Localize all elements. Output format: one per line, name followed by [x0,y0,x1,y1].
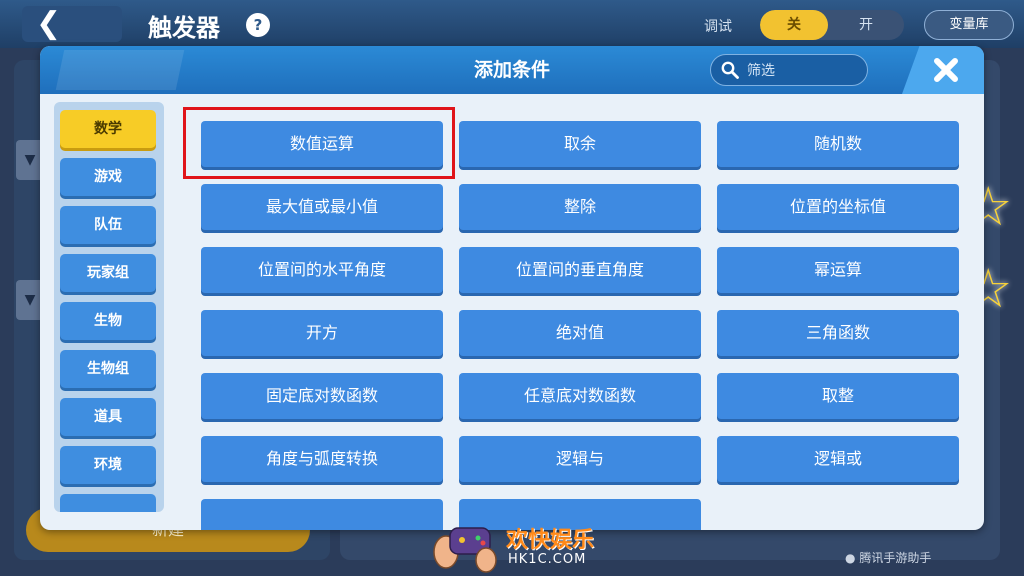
debug-toggle[interactable]: 关 开 [760,10,904,40]
arrow-left-icon: ❮ [36,6,62,41]
category-game[interactable]: 游戏 [60,158,156,196]
dialog-header: 添加条件 [40,46,984,94]
condition-trigonometric[interactable]: 三角函数 [717,310,959,356]
category-player-group[interactable]: 玩家组 [60,254,156,292]
helper-label: 腾讯手游助手 [859,551,932,565]
condition-absolute-value[interactable]: 绝对值 [459,310,701,356]
condition-position-coordinate[interactable]: 位置的坐标值 [717,184,959,230]
category-creature-group[interactable]: 生物组 [60,350,156,388]
condition-modulo[interactable]: 取余 [459,121,701,167]
helper-logo-icon: ● [845,551,856,565]
add-condition-dialog: 添加条件 数学 游戏 队伍 玩家组 生物 生物组 道具 环境 数值运算 取余 随… [40,46,984,530]
watermark-helper: ● 腾讯手游助手 [845,549,931,566]
category-team[interactable]: 队伍 [60,206,156,244]
filter-search-box[interactable] [710,54,868,87]
condition-integer-division[interactable]: 整除 [459,184,701,230]
condition-angle-radian-convert[interactable]: 角度与弧度转换 [201,436,443,482]
page-title: 触发器 [148,14,220,42]
condition-partial-row[interactable] [201,499,443,530]
variable-library-button[interactable]: 变量库 [924,10,1014,40]
debug-label: 调试 [704,19,732,35]
condition-vertical-angle[interactable]: 位置间的垂直角度 [459,247,701,293]
watermark-site: HK1C.COM [508,552,587,567]
category-math[interactable]: 数学 [60,110,156,148]
category-sidebar[interactable]: 数学 游戏 队伍 玩家组 生物 生物组 道具 环境 [54,102,164,512]
condition-square-root[interactable]: 开方 [201,310,443,356]
toggle-off-option[interactable]: 关 [760,10,828,40]
filter-input[interactable] [745,55,861,87]
condition-horizontal-angle[interactable]: 位置间的水平角度 [201,247,443,293]
search-icon [721,61,739,79]
watermark-brand: 欢快娱乐 [506,528,595,553]
condition-logical-and[interactable]: 逻辑与 [459,436,701,482]
condition-max-or-min[interactable]: 最大值或最小值 [201,184,443,230]
category-environment[interactable]: 环境 [60,446,156,484]
category-creature[interactable]: 生物 [60,302,156,340]
toggle-on-option[interactable]: 开 [828,10,904,40]
back-button[interactable]: ❮ [22,6,122,42]
close-icon[interactable] [930,54,962,86]
condition-random-number[interactable]: 随机数 [717,121,959,167]
condition-logical-or[interactable]: 逻辑或 [717,436,959,482]
condition-round[interactable]: 取整 [717,373,959,419]
condition-any-base-log[interactable]: 任意底对数函数 [459,373,701,419]
gamepad-hand-logo [433,527,497,573]
highlight-frame [183,107,455,179]
category-more[interactable] [60,494,156,512]
help-icon[interactable]: ? [246,13,270,37]
category-item[interactable]: 道具 [60,398,156,436]
condition-power[interactable]: 幂运算 [717,247,959,293]
condition-fixed-base-log[interactable]: 固定底对数函数 [201,373,443,419]
